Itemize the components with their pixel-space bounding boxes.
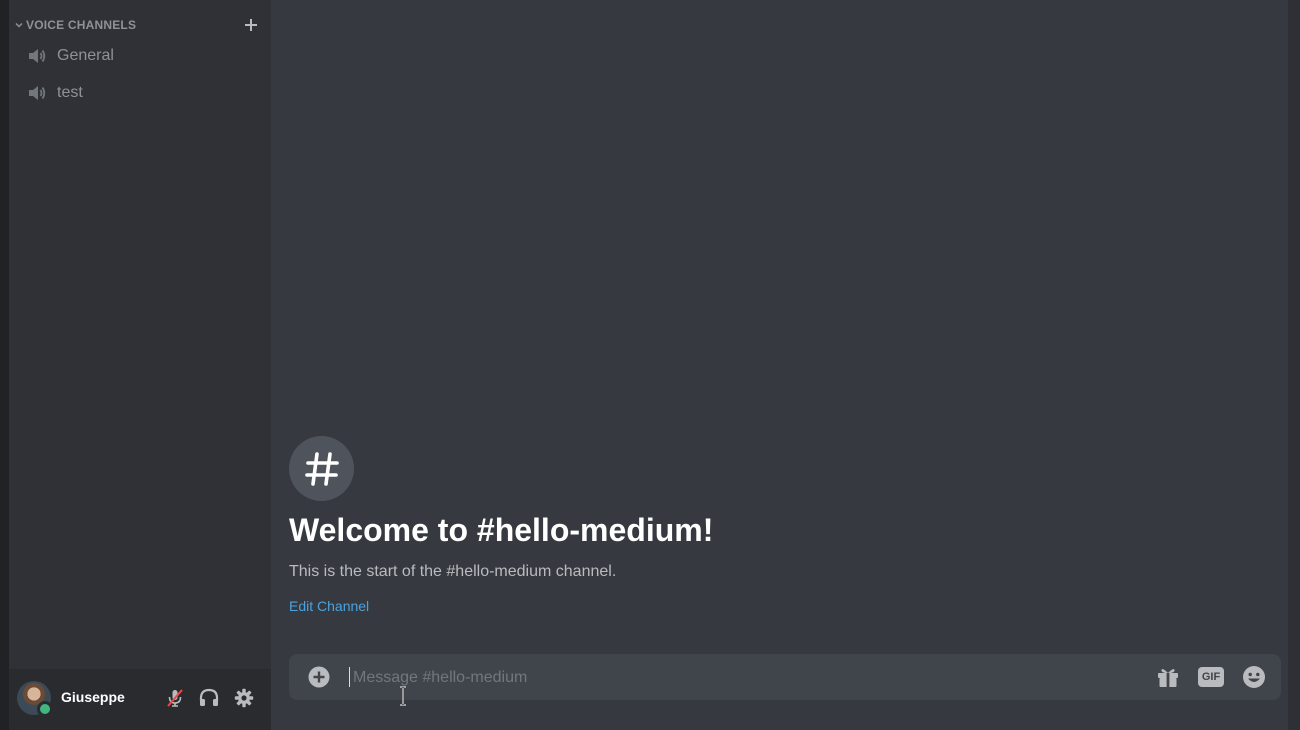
category-label: VOICE CHANNELS <box>26 18 137 32</box>
gear-icon[interactable] <box>232 686 256 710</box>
discord-window: VOICE CHANNELS General test Giuseppe Wel… <box>0 0 1300 730</box>
gif-button[interactable]: GIF <box>1198 664 1224 690</box>
online-status-indicator <box>37 701 53 717</box>
server-rail-edge <box>0 0 9 730</box>
voice-channel-test[interactable]: test <box>25 77 263 109</box>
speaker-icon <box>27 83 49 103</box>
hashtag-icon <box>304 451 339 486</box>
channel-welcome-title: Welcome to #hello-medium! <box>289 512 714 548</box>
user-panel: Giuseppe <box>9 669 271 730</box>
edit-channel-link[interactable]: Edit Channel <box>289 598 369 614</box>
gif-label: GIF <box>1198 667 1224 687</box>
chat-area: Welcome to #hello-medium! This is the st… <box>271 0 1300 730</box>
message-composer: GIF <box>289 654 1281 700</box>
add-channel-icon[interactable] <box>241 15 261 35</box>
speaker-icon <box>27 46 49 66</box>
channel-hash-badge <box>289 436 354 501</box>
voice-channel-label: test <box>57 84 83 101</box>
avatar[interactable] <box>17 681 53 717</box>
emoji-icon[interactable] <box>1241 664 1267 690</box>
text-cursor-ibeam-icon <box>400 686 406 706</box>
message-input[interactable] <box>351 664 1135 692</box>
gift-icon[interactable] <box>1155 664 1181 690</box>
text-caret <box>349 667 350 687</box>
headphones-icon[interactable] <box>197 686 221 710</box>
voice-channel-general[interactable]: General <box>25 40 263 72</box>
voice-channels-category[interactable]: VOICE CHANNELS <box>13 15 261 35</box>
channel-start-text: This is the start of the #hello-medium c… <box>289 563 617 580</box>
chevron-down-icon <box>13 19 25 31</box>
voice-channel-label: General <box>57 47 114 64</box>
channel-sidebar: VOICE CHANNELS General test Giuseppe <box>9 0 271 730</box>
scrollbar[interactable] <box>1288 0 1300 730</box>
mic-muted-icon[interactable] <box>163 686 187 710</box>
username[interactable]: Giuseppe <box>61 689 125 705</box>
upload-plus-icon[interactable] <box>307 665 331 689</box>
